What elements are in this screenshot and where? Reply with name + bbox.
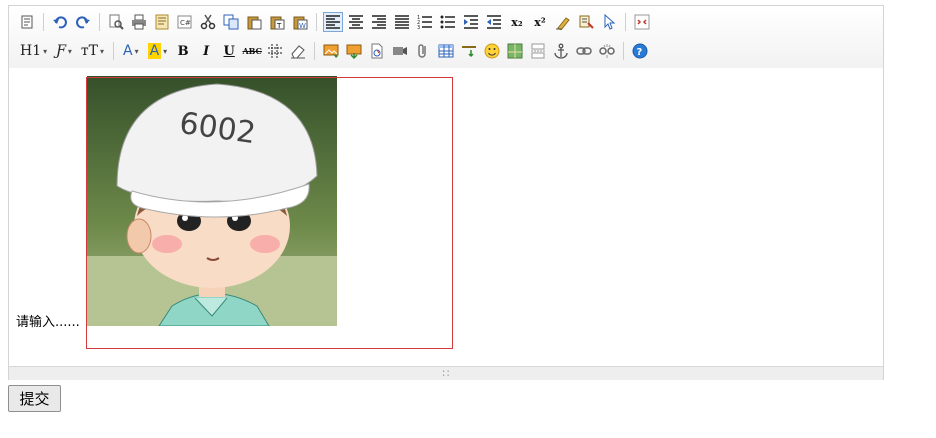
chevron-down-icon: ▾ bbox=[43, 46, 48, 56]
rich-text-editor: C# T W 1 2 3 x₂ x² H1 ▾ Ƒ ▾ ᴛT ▾ A ▾ A ▾… bbox=[8, 5, 884, 380]
print-icon[interactable] bbox=[129, 12, 149, 32]
underline-button[interactable]: U bbox=[219, 41, 239, 61]
svg-text:W: W bbox=[299, 22, 306, 30]
cut-icon[interactable] bbox=[198, 12, 218, 32]
fullscreen-icon[interactable] bbox=[632, 12, 652, 32]
align-left-icon[interactable] bbox=[323, 12, 343, 32]
align-center-icon[interactable] bbox=[346, 12, 366, 32]
toolbar-separator bbox=[314, 42, 316, 60]
insert-image-below-icon[interactable] bbox=[344, 41, 364, 61]
ordered-list-icon[interactable]: 123 bbox=[415, 12, 435, 32]
editor-content-area[interactable]: 请输入...... 6002 bbox=[9, 68, 883, 366]
editor-resize-handle[interactable]: ∷ bbox=[9, 366, 883, 380]
heading-dropdown[interactable]: H1 ▾ bbox=[17, 41, 50, 61]
toolbar-row-2: H1 ▾ Ƒ ▾ ᴛT ▾ A ▾ A ▾ B I U ABC ? bbox=[17, 40, 653, 62]
toolbar-row-1: C# T W 1 2 3 x₂ x² bbox=[17, 11, 655, 33]
horizontal-rule-icon[interactable] bbox=[459, 41, 479, 61]
chevron-down-icon: ▾ bbox=[134, 46, 139, 56]
subscript-button[interactable]: x₂ bbox=[507, 12, 527, 32]
undo-icon[interactable] bbox=[50, 12, 70, 32]
svg-text:?: ? bbox=[637, 47, 643, 58]
template-icon[interactable] bbox=[152, 12, 172, 32]
chevron-down-icon: ▾ bbox=[163, 46, 168, 56]
justify-icon[interactable] bbox=[392, 12, 412, 32]
svg-text:T: T bbox=[276, 22, 282, 30]
back-color-dropdown[interactable]: A ▾ bbox=[145, 41, 171, 61]
indent-icon[interactable] bbox=[461, 12, 481, 32]
attachment-icon[interactable] bbox=[413, 41, 433, 61]
font-family-label: Ƒ bbox=[56, 43, 66, 59]
bold-button[interactable]: B bbox=[173, 41, 193, 61]
link-icon[interactable] bbox=[574, 41, 594, 61]
submit-button[interactable]: 提交 bbox=[8, 385, 61, 412]
select-all-icon[interactable] bbox=[599, 12, 619, 32]
image-selection-frame bbox=[86, 77, 453, 349]
unordered-list-icon[interactable] bbox=[438, 12, 458, 32]
insert-table-icon[interactable] bbox=[436, 41, 456, 61]
outdent-icon[interactable] bbox=[484, 12, 504, 32]
resize-grip-icon: ∷ bbox=[442, 366, 450, 380]
paste-icon[interactable] bbox=[244, 12, 264, 32]
chevron-down-icon: ▾ bbox=[99, 46, 104, 56]
back-color-label: A bbox=[147, 43, 162, 59]
emoticon-icon[interactable] bbox=[482, 41, 502, 61]
font-color-dropdown[interactable]: A ▾ bbox=[120, 41, 142, 61]
superscript-button[interactable]: x² bbox=[530, 12, 550, 32]
paste-text-icon[interactable]: T bbox=[267, 12, 287, 32]
font-size-dropdown[interactable]: ᴛT ▾ bbox=[78, 41, 107, 61]
redo-icon[interactable] bbox=[73, 12, 93, 32]
insert-video-icon[interactable] bbox=[390, 41, 410, 61]
italic-button[interactable]: I bbox=[196, 41, 216, 61]
font-size-label: ᴛT bbox=[80, 43, 98, 59]
heading-label: H1 bbox=[20, 43, 42, 59]
insert-image-icon[interactable] bbox=[321, 41, 341, 61]
source-code-icon[interactable] bbox=[17, 12, 37, 32]
table-grid-icon[interactable] bbox=[265, 41, 285, 61]
preview-icon[interactable] bbox=[106, 12, 126, 32]
insert-flash-icon[interactable] bbox=[367, 41, 387, 61]
unlink-icon[interactable] bbox=[597, 41, 617, 61]
align-right-icon[interactable] bbox=[369, 12, 389, 32]
toolbar-separator bbox=[625, 13, 626, 31]
editor-toolbar: C# T W 1 2 3 x₂ x² H1 ▾ Ƒ ▾ ᴛT ▾ A ▾ A ▾… bbox=[9, 6, 883, 69]
font-family-dropdown[interactable]: Ƒ ▾ bbox=[53, 41, 75, 61]
toolbar-separator bbox=[43, 13, 44, 31]
map-icon[interactable] bbox=[505, 41, 525, 61]
clear-format-icon[interactable] bbox=[553, 12, 573, 32]
copy-icon[interactable] bbox=[221, 12, 241, 32]
paste-word-icon[interactable]: W bbox=[290, 12, 310, 32]
svg-text:3: 3 bbox=[417, 25, 420, 30]
help-icon[interactable]: ? bbox=[630, 41, 650, 61]
strikethrough-button[interactable]: ABC bbox=[242, 41, 262, 61]
toolbar-separator bbox=[99, 13, 100, 31]
insert-code-icon[interactable]: C# bbox=[175, 12, 195, 32]
chevron-down-icon: ▾ bbox=[67, 46, 72, 56]
editor-placeholder: 请输入...... bbox=[16, 315, 80, 330]
page-break-icon[interactable] bbox=[528, 41, 548, 61]
svg-text:C#: C# bbox=[180, 19, 191, 27]
eraser-icon[interactable] bbox=[288, 41, 308, 61]
anchor-icon[interactable] bbox=[551, 41, 571, 61]
toolbar-separator bbox=[623, 42, 625, 60]
toolbar-separator bbox=[112, 42, 114, 60]
format-painter-icon[interactable] bbox=[576, 12, 596, 32]
font-color-label: A bbox=[122, 43, 133, 59]
toolbar-separator bbox=[316, 13, 317, 31]
